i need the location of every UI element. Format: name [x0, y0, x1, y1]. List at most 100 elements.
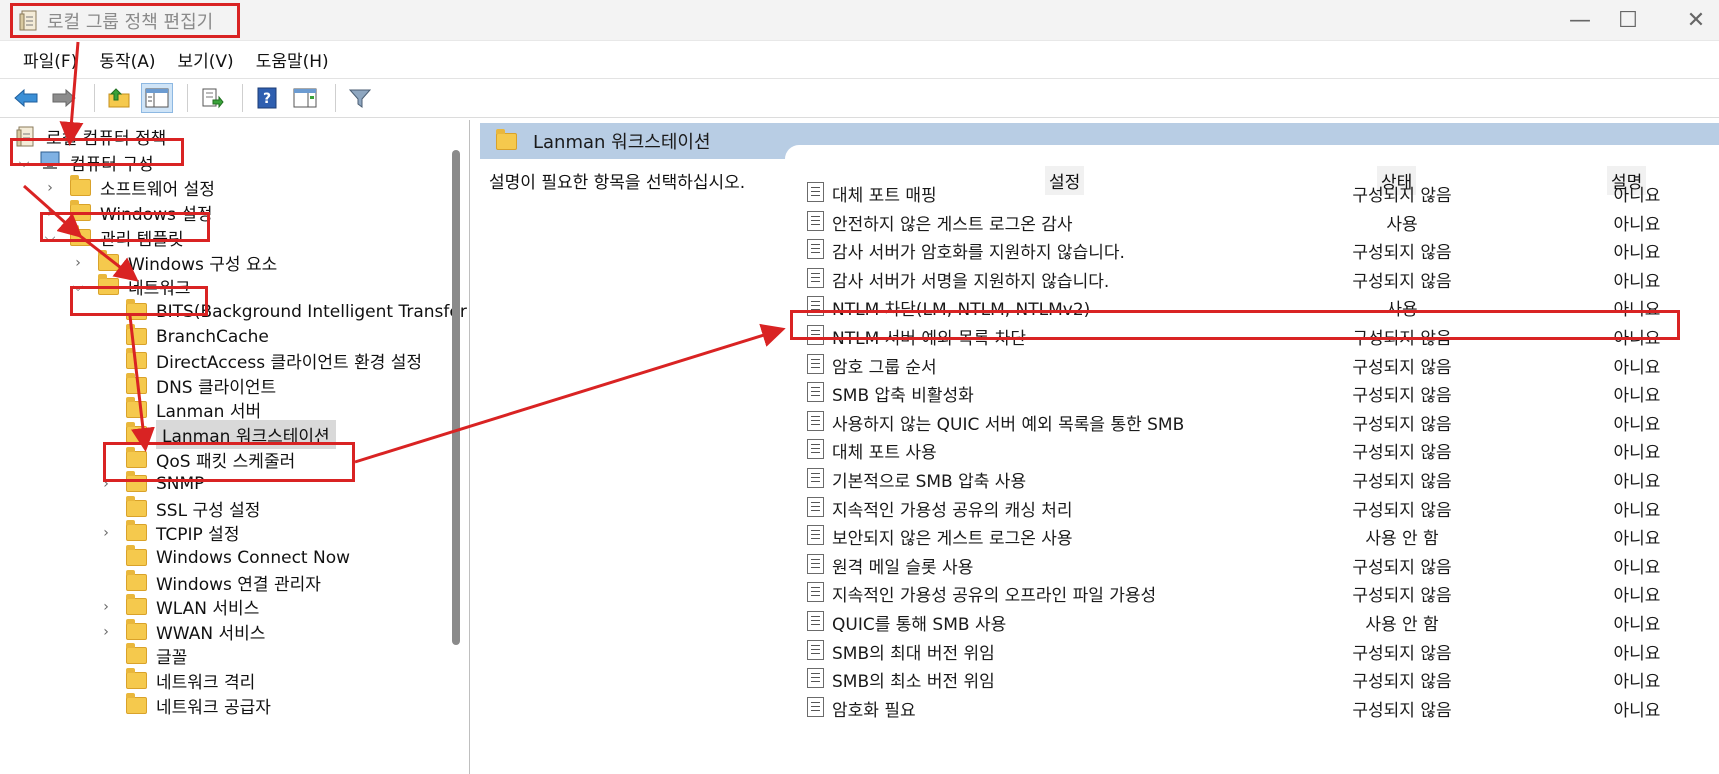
filter-button[interactable] — [344, 83, 376, 113]
policy-name: SMB 압축 비활성화 — [832, 386, 974, 406]
policy-comment: 아니요 — [1613, 672, 1661, 692]
policy-row[interactable]: SMB 압축 비활성화 구성되지 않음 아니요 — [807, 378, 1707, 406]
tree-item-network-child[interactable]: 네트워크 격리 — [98, 667, 255, 694]
chevron-right-icon[interactable]: › — [98, 624, 114, 640]
export-list-icon — [202, 88, 224, 109]
policy-row[interactable]: 사용하지 않는 QUIC 서버 예외 목록을 통한 SMB 구성되지 않음 아니요 — [807, 407, 1707, 435]
policy-row[interactable]: 보안되지 않은 게스트 로그온 사용 사용 안 함 아니요 — [807, 521, 1707, 549]
policy-state: 구성되지 않음 — [1352, 586, 1452, 606]
policy-comment: 아니요 — [1613, 186, 1661, 206]
policy-name: QUIC를 통해 SMB 사용 — [832, 615, 1007, 635]
help-icon: ? — [257, 87, 277, 109]
maximize-button[interactable]: ☐ — [1608, 4, 1648, 36]
menu-view[interactable]: 보기(V) — [167, 43, 245, 76]
policy-setting-icon — [807, 582, 824, 602]
toolbar-separator — [242, 84, 243, 112]
policy-row[interactable]: 기본적으로 SMB 압축 사용 구성되지 않음 아니요 — [807, 464, 1707, 492]
forward-button[interactable] — [48, 83, 80, 113]
policy-row[interactable]: QUIC를 통해 SMB 사용 사용 안 함 아니요 — [807, 607, 1707, 635]
tree-label: Lanman 서버 — [156, 402, 262, 422]
chevron-right-icon[interactable]: › — [98, 525, 114, 541]
tree-item-network-child[interactable]: 네트워크 공급자 — [98, 692, 271, 719]
tree-item-network-child[interactable]: DirectAccess 클라이언트 환경 설정 — [98, 347, 422, 374]
tree-item-software-settings[interactable]: › 소프트웨어 설정 — [42, 174, 215, 201]
tree-label: 네트워크 공급자 — [156, 698, 271, 718]
policy-name: 감사 서버가 서명을 지원하지 않습니다. — [832, 272, 1110, 292]
policy-setting-icon — [807, 439, 824, 459]
policy-name: SMB의 최소 버전 위임 — [832, 672, 995, 692]
tree-item-network-child[interactable]: › WLAN 서비스 — [98, 593, 259, 620]
close-button[interactable]: ✕ — [1676, 4, 1716, 36]
tree-item-network-child[interactable]: Lanman 서버 — [98, 396, 261, 423]
policy-state: 구성되지 않음 — [1352, 672, 1452, 692]
policy-comment: 아니요 — [1613, 386, 1661, 406]
tree-item-network-child[interactable]: › TCPIP 설정 — [98, 519, 239, 546]
show-hide-tree-button[interactable] — [141, 83, 173, 113]
menu-help[interactable]: 도움말(H) — [245, 43, 340, 76]
policy-row[interactable]: 안전하지 않은 게스트 로그온 감사 사용 아니요 — [807, 207, 1707, 235]
chevron-right-icon[interactable]: › — [42, 180, 58, 196]
header-notch — [785, 145, 1719, 165]
minimize-button[interactable]: — — [1560, 4, 1600, 36]
policy-editor-app-icon — [19, 10, 39, 32]
policy-row[interactable]: 대체 포트 매핑 구성되지 않음 아니요 — [807, 178, 1707, 206]
policy-row[interactable]: SMB의 최소 버전 위임 구성되지 않음 아니요 — [807, 664, 1707, 692]
policy-row[interactable]: 지속적인 가용성 공유의 오프라인 파일 가용성 구성되지 않음 아니요 — [807, 578, 1707, 606]
menu-action[interactable]: 동작(A) — [88, 43, 166, 76]
properties-pane-button[interactable] — [289, 83, 321, 113]
policy-comment: 아니요 — [1613, 358, 1661, 378]
policy-name: 대체 포트 매핑 — [832, 186, 937, 206]
maximize-icon: ☐ — [1618, 7, 1638, 33]
folder-icon — [126, 619, 147, 640]
policy-setting-icon — [807, 268, 824, 288]
policy-row[interactable]: 감사 서버가 암호화를 지원하지 않습니다. 구성되지 않음 아니요 — [807, 235, 1707, 263]
tree-item-windows-components[interactable]: › Windows 구성 요소 — [70, 249, 277, 276]
svg-text:?: ? — [263, 91, 271, 107]
properties-pane-icon — [293, 88, 317, 108]
back-arrow-icon — [14, 88, 38, 108]
back-button[interactable] — [10, 83, 42, 113]
up-folder-icon — [108, 88, 130, 108]
policy-row[interactable]: SMB의 최대 버전 위임 구성되지 않음 아니요 — [807, 636, 1707, 664]
policy-setting-icon — [807, 554, 824, 574]
folder-icon — [496, 128, 517, 150]
window-title: 로컬 그룹 정책 편집기 — [47, 11, 214, 33]
tree-item-network-child[interactable]: 글꼴 — [98, 642, 187, 669]
up-level-button[interactable] — [103, 83, 135, 113]
highlight-network — [70, 286, 208, 316]
policy-comment: 아니요 — [1613, 443, 1661, 463]
menu-file[interactable]: 파일(F) — [12, 43, 88, 76]
chevron-right-icon[interactable]: › — [98, 599, 114, 615]
toolbar: ? — [0, 78, 1719, 118]
export-list-button[interactable] — [196, 83, 228, 113]
highlight-ntlm-block-row — [790, 310, 1680, 340]
policy-row[interactable]: 대체 포트 사용 구성되지 않음 아니요 — [807, 435, 1707, 463]
policy-name: 대체 포트 사용 — [832, 443, 937, 463]
tree-item-network-child[interactable]: › WWAN 서비스 — [98, 618, 265, 645]
policy-state: 구성되지 않음 — [1352, 186, 1452, 206]
tree-item-network-child[interactable]: Windows Connect Now — [98, 544, 350, 571]
chevron-right-icon[interactable]: › — [70, 255, 86, 271]
policy-row[interactable]: 원격 메일 슬롯 사용 구성되지 않음 아니요 — [807, 550, 1707, 578]
policy-setting-icon — [807, 211, 824, 231]
tree-item-network-child[interactable]: BranchCache — [98, 323, 269, 350]
policy-name: 암호 그룹 순서 — [832, 358, 937, 378]
policy-state: 구성되지 않음 — [1352, 558, 1452, 578]
policy-row[interactable]: 감사 서버가 서명을 지원하지 않습니다. 구성되지 않음 아니요 — [807, 264, 1707, 292]
tree-label: Windows Connect Now — [156, 547, 351, 568]
policy-row[interactable]: 지속적인 가용성 공유의 캐싱 처리 구성되지 않음 아니요 — [807, 493, 1707, 521]
tree-item-network-child[interactable]: DNS 클라이언트 — [98, 372, 276, 399]
tree-item-network-child[interactable]: SSL 구성 설정 — [98, 495, 260, 522]
tree-item-network-child[interactable]: Windows 연결 관리자 — [98, 569, 321, 596]
policy-name: 보안되지 않은 게스트 로그온 사용 — [832, 529, 1073, 549]
policy-row[interactable]: 암호 그룹 순서 구성되지 않음 아니요 — [807, 350, 1707, 378]
policy-comment: 아니요 — [1613, 501, 1661, 521]
help-button[interactable]: ? — [251, 83, 283, 113]
policy-state: 구성되지 않음 — [1352, 272, 1452, 292]
folder-icon — [126, 324, 147, 345]
minimize-icon: — — [1569, 7, 1591, 33]
tree-scrollbar[interactable] — [452, 150, 460, 645]
tree-label: 글꼴 — [156, 648, 188, 668]
policy-row[interactable]: 암호화 필요 구성되지 않음 아니요 — [807, 693, 1707, 721]
tree-label: TCPIP 설정 — [156, 525, 240, 545]
